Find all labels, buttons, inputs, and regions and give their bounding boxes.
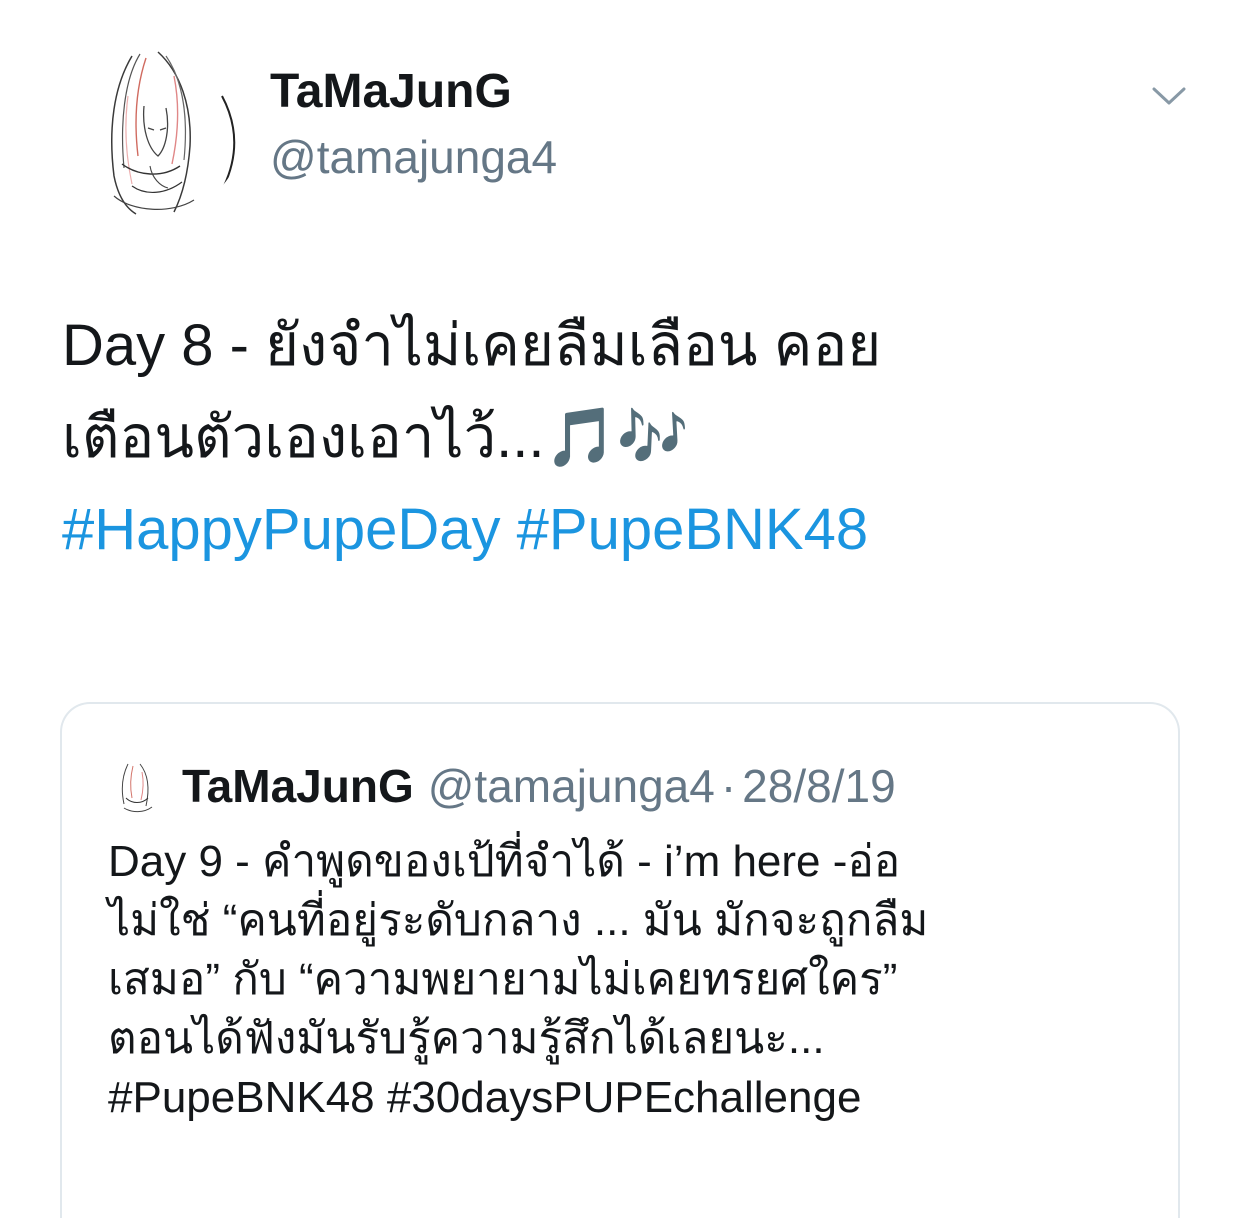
author-handle[interactable]: @tamajunga4: [270, 128, 557, 186]
quoted-text-line: ไม่ใช่ “คนที่อยู่ระดับกลาง ... มัน มักจะ…: [108, 896, 929, 945]
sketch-portrait-avatar-icon: [108, 758, 164, 814]
author-display-name[interactable]: TaMaJunG: [270, 62, 512, 122]
quoted-text-line: Day 9 - คำพูดของเป้ที่จำได้ - i’m here -…: [108, 837, 901, 886]
quoted-text-line: ตอนได้ฟังมันรับรู้ความรู้สึกได้เลยนะ...: [108, 1014, 825, 1063]
quoted-text-line: #PupeBNK48 #30daysPUPEchallenge: [108, 1073, 862, 1122]
quoted-text-line: เสมอ” กับ “ความพยายามไม่เคยทรยศใคร”: [108, 955, 898, 1004]
quoted-author-handle: @tamajunga4: [427, 760, 715, 812]
quoted-tweet-card[interactable]: TaMaJunG @tamajunga4 · 28/8/19 Day 9 - ค…: [60, 702, 1180, 1218]
quoted-tweet-date: 28/8/19: [742, 760, 896, 812]
tweet-text: Day 8 - ยังจำไม่เคยลืมเลือน คอย เตือนตัว…: [62, 300, 1182, 576]
tweet-text-line: Day 8 - ยังจำไม่เคยลืมเลือน คอย: [62, 313, 882, 378]
quoted-tweet-text: Day 9 - คำพูดของเป้ที่จำได้ - i’m here -…: [108, 832, 1148, 1127]
quoted-tweet-header: TaMaJunG @tamajunga4 · 28/8/19: [108, 754, 896, 818]
quoted-author-avatar: [108, 758, 164, 814]
meta-separator: ·: [720, 760, 737, 812]
sketch-portrait-avatar-icon: [62, 36, 244, 218]
quoted-author-display-name: TaMaJunG: [182, 760, 414, 812]
tweet-menu-button[interactable]: [1146, 76, 1192, 116]
tweet-hashtags: #HappyPupeDay #PupeBNK48: [62, 484, 1182, 576]
hashtag-link[interactable]: #PupeBNK48: [517, 497, 868, 562]
tweet-text-line: เตือนตัวเองเอาไว้...🎵🎶: [62, 405, 689, 470]
hashtag-link[interactable]: #HappyPupeDay: [62, 497, 501, 562]
chevron-down-icon: [1152, 87, 1186, 105]
author-avatar[interactable]: [62, 36, 244, 218]
